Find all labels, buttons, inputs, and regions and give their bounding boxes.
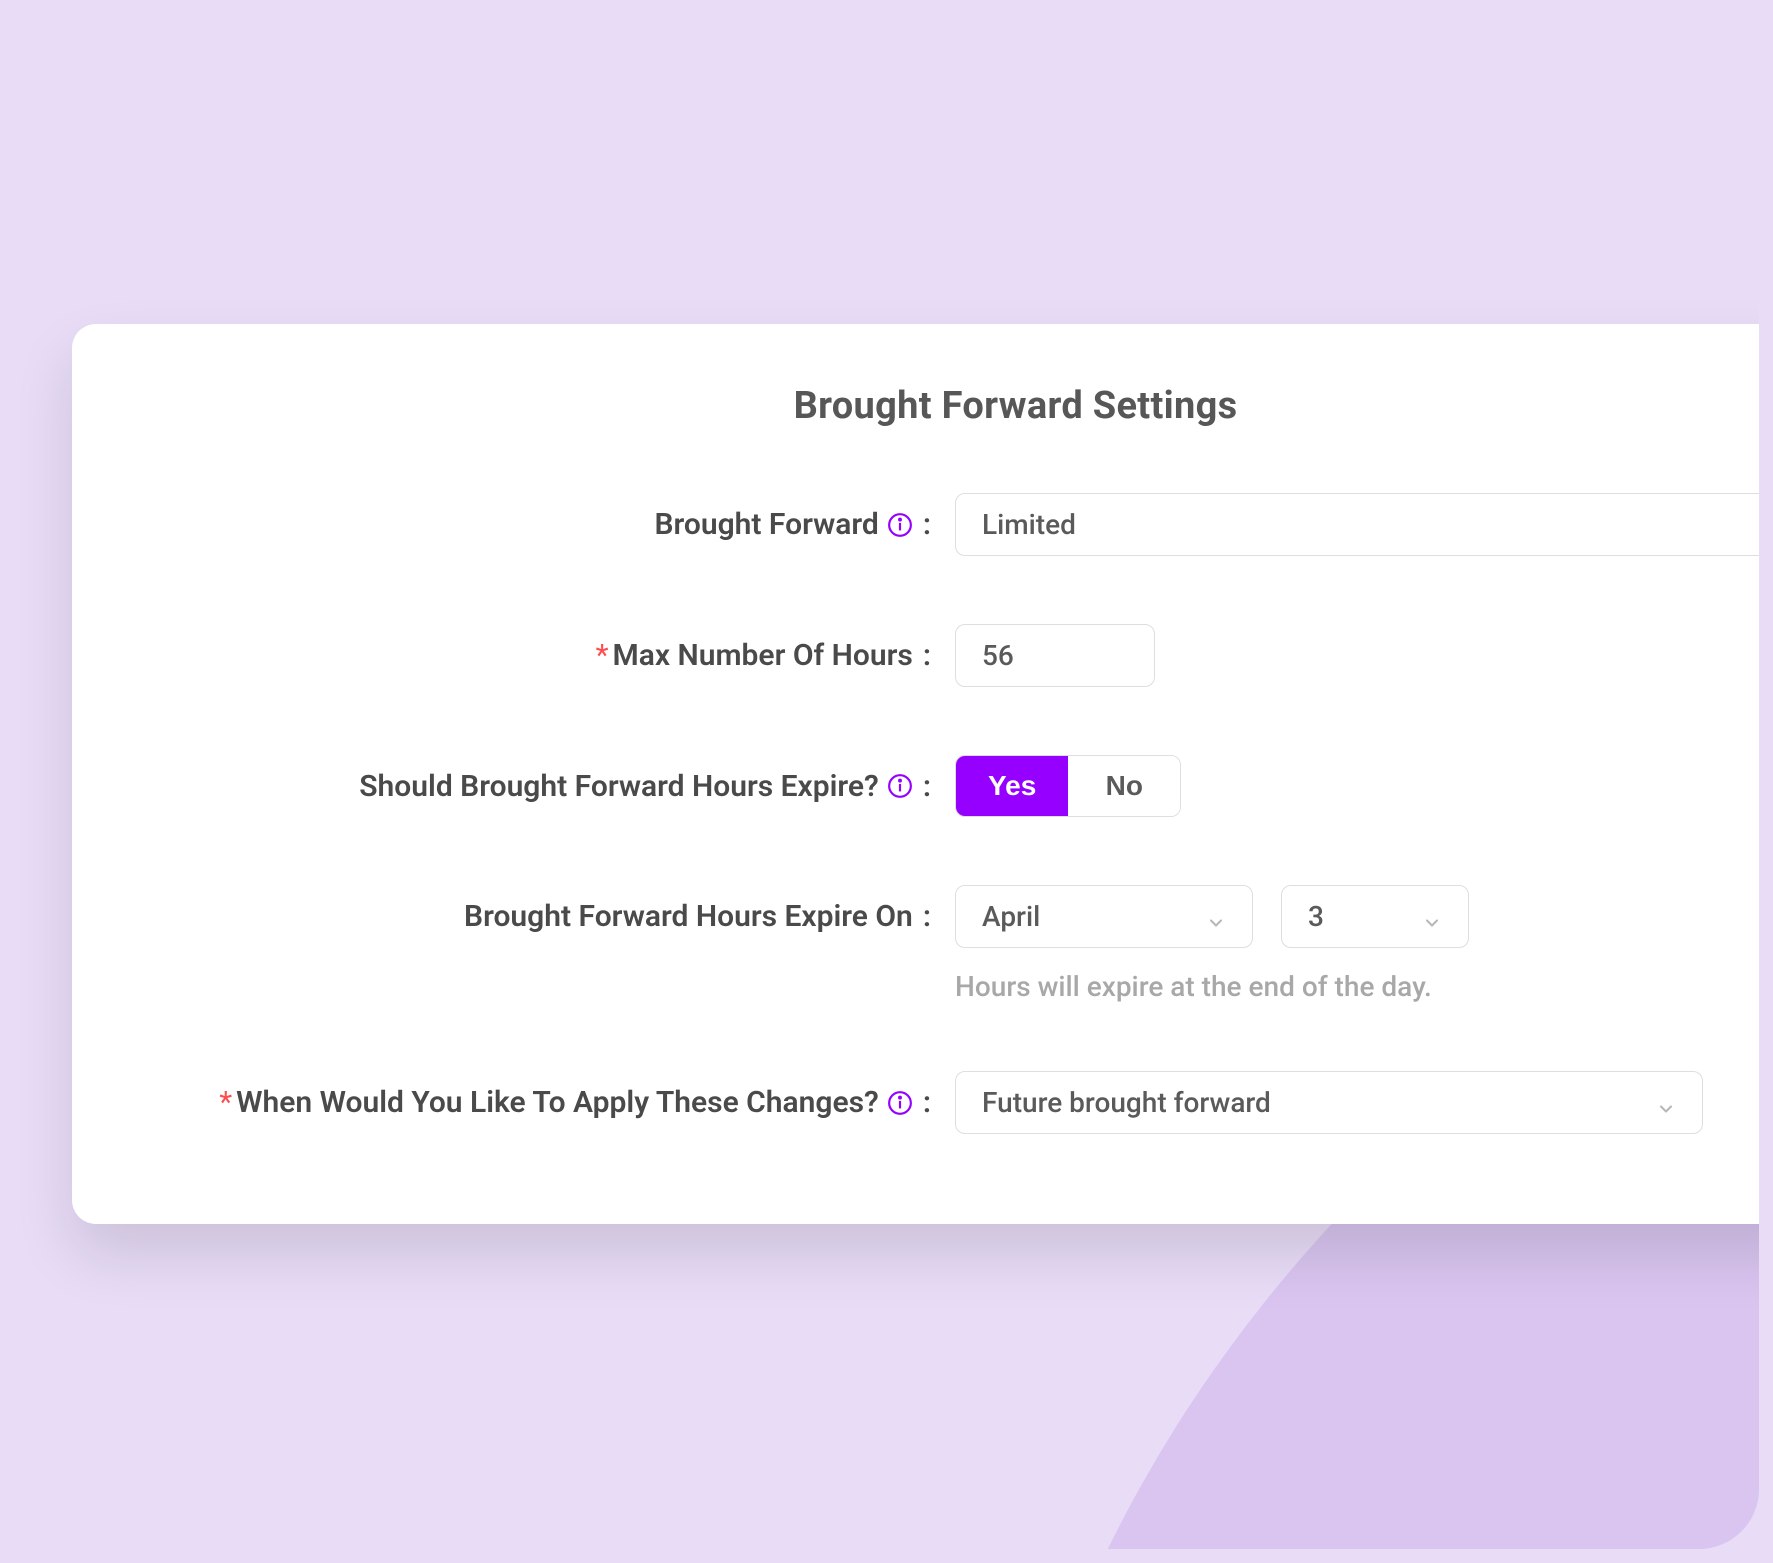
chevron-down-icon	[1422, 907, 1442, 927]
expire-yes-button[interactable]: Yes	[956, 756, 1068, 816]
info-icon[interactable]	[887, 512, 913, 538]
field-row-expire-on: Brought Forward Hours Expire On : April …	[152, 885, 1759, 948]
hint-row-expire: Hours will expire at the end of the day.	[152, 960, 1759, 1003]
label-should-expire: Should Brought Forward Hours Expire? :	[152, 769, 955, 804]
label-apply-changes: *When Would You Like To Apply These Chan…	[152, 1085, 955, 1120]
label-brought-forward: Brought Forward :	[152, 507, 955, 542]
info-icon[interactable]	[887, 773, 913, 799]
expire-month-select[interactable]: April	[955, 885, 1253, 948]
expire-no-button[interactable]: No	[1068, 756, 1180, 816]
chevron-down-icon	[1206, 907, 1226, 927]
expire-toggle-group: Yes No	[955, 755, 1181, 817]
field-row-should-expire: Should Brought Forward Hours Expire? : Y…	[152, 755, 1759, 817]
label-expire-on: Brought Forward Hours Expire On :	[152, 899, 955, 934]
max-hours-input[interactable]: 56	[955, 624, 1155, 687]
settings-card: Brought Forward Settings Brought Forward…	[72, 324, 1759, 1224]
brought-forward-select[interactable]: Limited	[955, 493, 1759, 556]
expire-day-select[interactable]: 3	[1281, 885, 1469, 948]
field-row-apply-changes: *When Would You Like To Apply These Chan…	[152, 1071, 1759, 1134]
apply-changes-select[interactable]: Future brought forward	[955, 1071, 1703, 1134]
background-container: Brought Forward Settings Brought Forward…	[14, 14, 1759, 1549]
info-icon[interactable]	[887, 1090, 913, 1116]
expire-hint-text: Hours will expire at the end of the day.	[955, 970, 1432, 1003]
label-max-hours: *Max Number Of Hours :	[152, 638, 955, 673]
chevron-down-icon	[1656, 1093, 1676, 1113]
card-title: Brought Forward Settings	[152, 384, 1759, 428]
field-row-brought-forward: Brought Forward : Limited	[152, 493, 1759, 556]
field-row-max-hours: *Max Number Of Hours : 56	[152, 624, 1759, 687]
